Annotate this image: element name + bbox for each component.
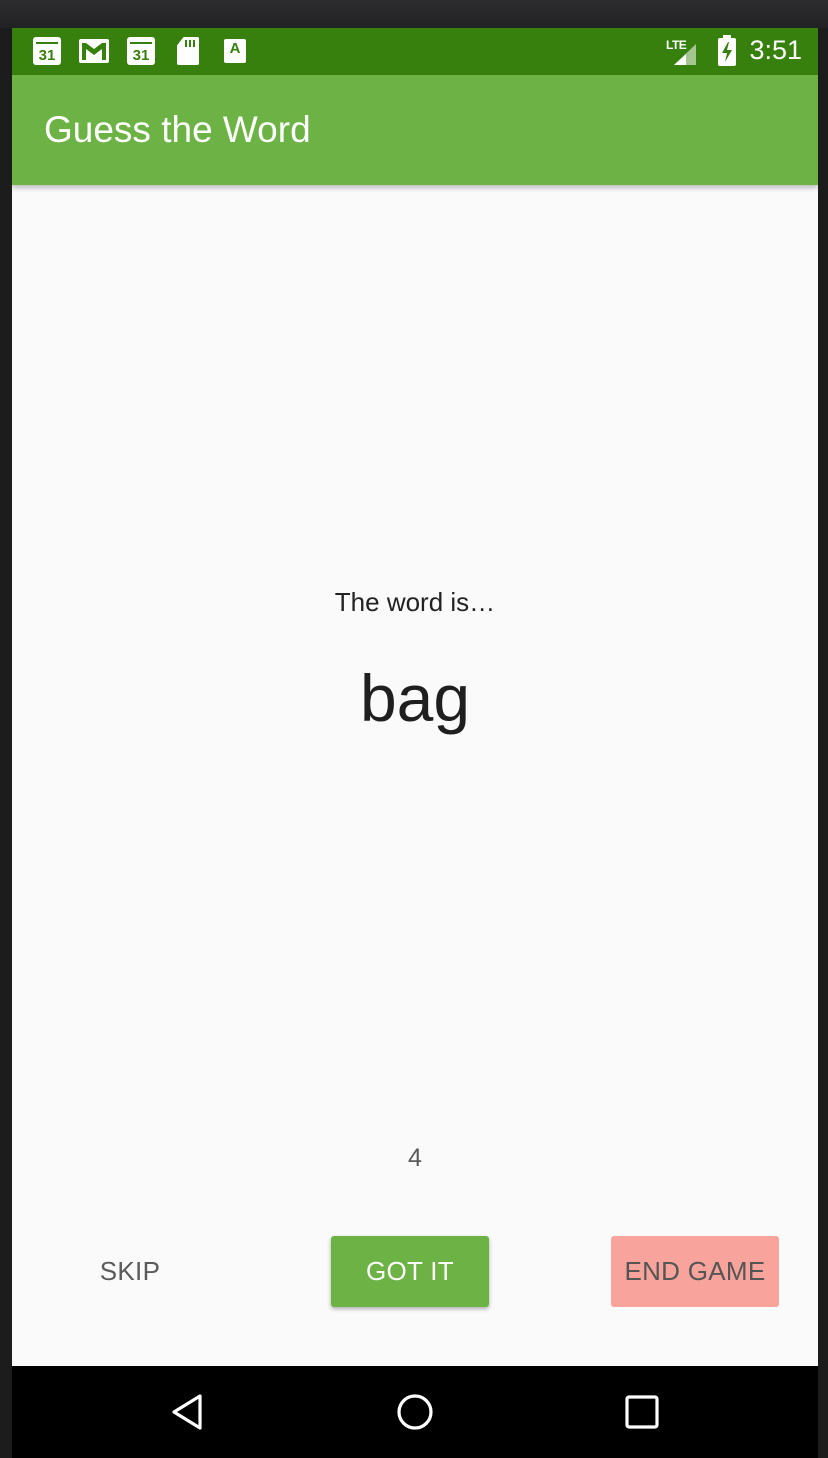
calendar-date: 31 — [38, 47, 56, 64]
calendar-icon: 31 — [33, 36, 61, 66]
end-game-button[interactable]: END GAME — [611, 1236, 779, 1307]
status-bar: 31 31 A LTE 3:51 — [12, 28, 818, 75]
gmail-icon — [78, 36, 110, 66]
back-icon[interactable] — [168, 1392, 208, 1432]
device-frame-top — [0, 0, 828, 28]
battery-charging-icon — [718, 35, 736, 66]
sd-card-icon — [177, 36, 199, 66]
got-it-button[interactable]: GOT IT — [331, 1236, 489, 1307]
font-a-label: A — [229, 40, 241, 57]
word-prompt: The word is… — [334, 587, 496, 617]
device-frame-right — [818, 28, 828, 1458]
skip-button[interactable]: SKIP — [70, 1236, 190, 1307]
signal-icon: LTE — [666, 38, 700, 66]
calendar-icon: 31 — [127, 36, 155, 66]
app-bar: Guess the Word — [12, 75, 818, 185]
timer-text: 4 — [408, 1144, 422, 1172]
recents-icon[interactable] — [622, 1392, 662, 1432]
device-frame-left — [0, 28, 12, 1458]
app-title: Guess the Word — [44, 109, 311, 150]
current-word: bag — [359, 661, 471, 735]
navigation-bar — [12, 1366, 818, 1458]
phone-screen: 31 31 A LTE 3:51 Guess the Word The word… — [12, 28, 818, 1458]
status-time: 3:51 — [749, 35, 802, 65]
calendar-date: 31 — [132, 47, 150, 64]
home-icon[interactable] — [395, 1392, 435, 1432]
font-a-icon: A — [224, 36, 246, 66]
